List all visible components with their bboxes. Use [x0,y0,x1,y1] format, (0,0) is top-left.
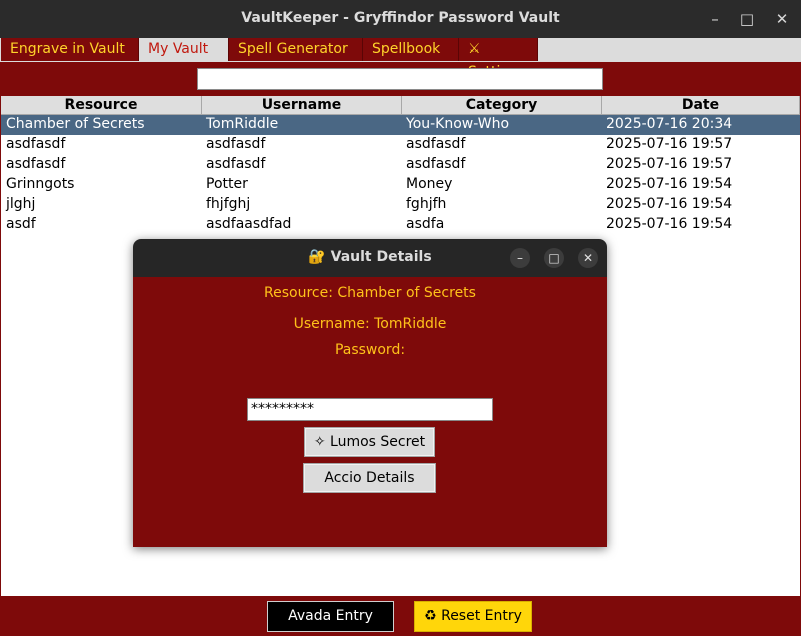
resource-label: Resource: Chamber of Secrets [264,285,476,301]
table-row[interactable]: Chamber of Secrets TomRiddle You-Know-Wh… [1,115,800,135]
cell-resource: Grinngots [6,176,75,192]
cell-resource: asdf [6,216,36,232]
cell-category: asdfasdf [406,156,466,172]
cell-username: fhjfghj [206,196,251,212]
cell-category: asdfasdf [406,136,466,152]
cell-date: 2025-07-16 20:34 [606,116,733,132]
tab-bar: Engrave in Vault My Vault Spell Generato… [0,38,801,80]
minimize-icon[interactable]: – [706,10,724,28]
cell-resource: jlghj [6,196,36,212]
window-title: VaultKeeper - Gryffindor Password Vault [241,10,560,26]
dialog-titlebar: 🔐 Vault Details – □ ✕ [133,239,607,277]
dialog-maximize-icon[interactable]: □ [544,248,564,268]
lumos-secret-button[interactable]: ✧ Lumos Secret [304,427,435,457]
table-row[interactable]: asdf asdfaasdfad asdfa 2025-07-16 19:54 [1,215,800,235]
footer-bar: Avada Entry ♻ Reset Entry [0,596,801,636]
column-header-username[interactable]: Username [202,96,402,115]
password-field[interactable]: ********* [247,398,493,421]
cell-username: asdfaasdfad [206,216,292,232]
cell-username: TomRiddle [206,116,279,132]
tab-spell-generator[interactable]: Spell Generator [229,38,363,61]
tab-engrave-in-vault[interactable]: Engrave in Vault [1,38,139,61]
password-label: Password: [334,342,406,358]
cell-resource: Chamber of Secrets [6,116,145,132]
tab-my-vault[interactable]: My Vault [139,38,229,61]
cell-date: 2025-07-16 19:57 [606,156,733,172]
column-header-resource[interactable]: Resource [1,96,202,115]
reset-entry-button[interactable]: ♻ Reset Entry [414,601,532,632]
cell-date: 2025-07-16 19:54 [606,216,733,232]
cell-resource: asdfasdf [6,156,66,172]
tab-settings[interactable]: ⚔ Settings [459,38,538,80]
dialog-minimize-icon[interactable]: – [510,248,530,268]
cell-category: You-Know-Who [406,116,510,132]
avada-entry-button[interactable]: Avada Entry [267,601,394,632]
cell-category: Money [406,176,453,192]
table-row[interactable]: asdfasdf asdfasdf asdfasdf 2025-07-16 19… [1,135,800,155]
cell-date: 2025-07-16 19:54 [606,196,733,212]
accio-details-button[interactable]: Accio Details [303,463,436,493]
cell-date: 2025-07-16 19:54 [606,176,733,192]
cell-resource: asdfasdf [6,136,66,152]
cell-category: fghjfh [406,196,447,212]
table-row[interactable]: asdfasdf asdfasdf asdfasdf 2025-07-16 19… [1,155,800,175]
maximize-icon[interactable]: □ [738,10,756,28]
cell-username: Potter [206,176,248,192]
cell-username: asdfasdf [206,136,266,152]
column-header-date[interactable]: Date [602,96,800,115]
dialog-title: 🔐 Vault Details [308,249,432,265]
window-titlebar: VaultKeeper - Gryffindor Password Vault … [0,0,801,38]
column-header-category[interactable]: Category [402,96,602,115]
search-input[interactable] [197,68,603,90]
cell-username: asdfasdf [206,156,266,172]
cell-category: asdfa [406,216,445,232]
dialog-close-icon[interactable]: ✕ [578,248,598,268]
vault-details-dialog: 🔐 Vault Details – □ ✕ Resource: Chamber … [133,239,607,547]
dialog-body: Resource: Chamber of Secrets Username: T… [133,277,607,547]
tab-spellbook[interactable]: Spellbook [363,38,459,61]
close-icon[interactable]: ✕ [773,10,791,28]
table-row[interactable]: jlghj fhjfghj fghjfh 2025-07-16 19:54 [1,195,800,215]
table-row[interactable]: Grinngots Potter Money 2025-07-16 19:54 [1,175,800,195]
cell-date: 2025-07-16 19:57 [606,136,733,152]
username-label: Username: TomRiddle [293,316,447,332]
